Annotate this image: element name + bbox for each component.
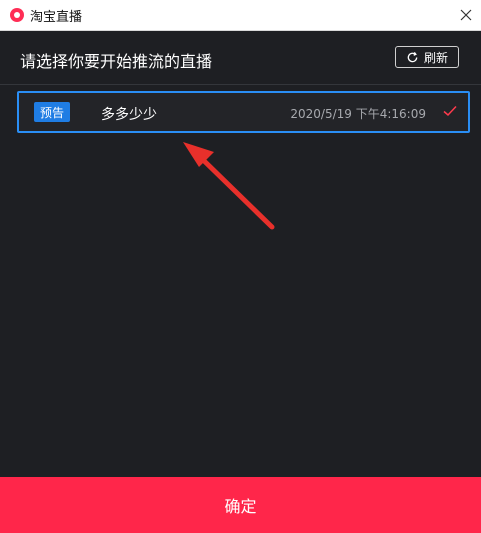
window-title: 淘宝直播 [30, 10, 83, 25]
main-panel: 请选择你要开始推流的直播 刷新 预告 多多少少 2020/5/19 下午4:16… [0, 31, 481, 477]
stream-name: 多多少少 [101, 107, 157, 123]
list-item[interactable]: 预告 多多少少 2020/5/19 下午4:16:09 [17, 91, 470, 133]
confirm-button[interactable]: 确定 [0, 477, 481, 533]
window-titlebar: 淘宝直播 [0, 0, 481, 31]
page-title: 请选择你要开始推流的直播 [20, 52, 213, 71]
refresh-icon [407, 51, 418, 62]
taobao-live-icon [10, 8, 24, 22]
refresh-label: 刷新 [423, 50, 448, 65]
preview-badge: 预告 [34, 102, 70, 122]
check-icon [443, 105, 457, 117]
close-button[interactable] [451, 0, 481, 30]
refresh-button[interactable]: 刷新 [395, 46, 459, 68]
stream-time: 2020/5/19 下午4:16:09 [290, 107, 426, 121]
close-icon [460, 9, 472, 21]
header-divider [0, 84, 481, 85]
